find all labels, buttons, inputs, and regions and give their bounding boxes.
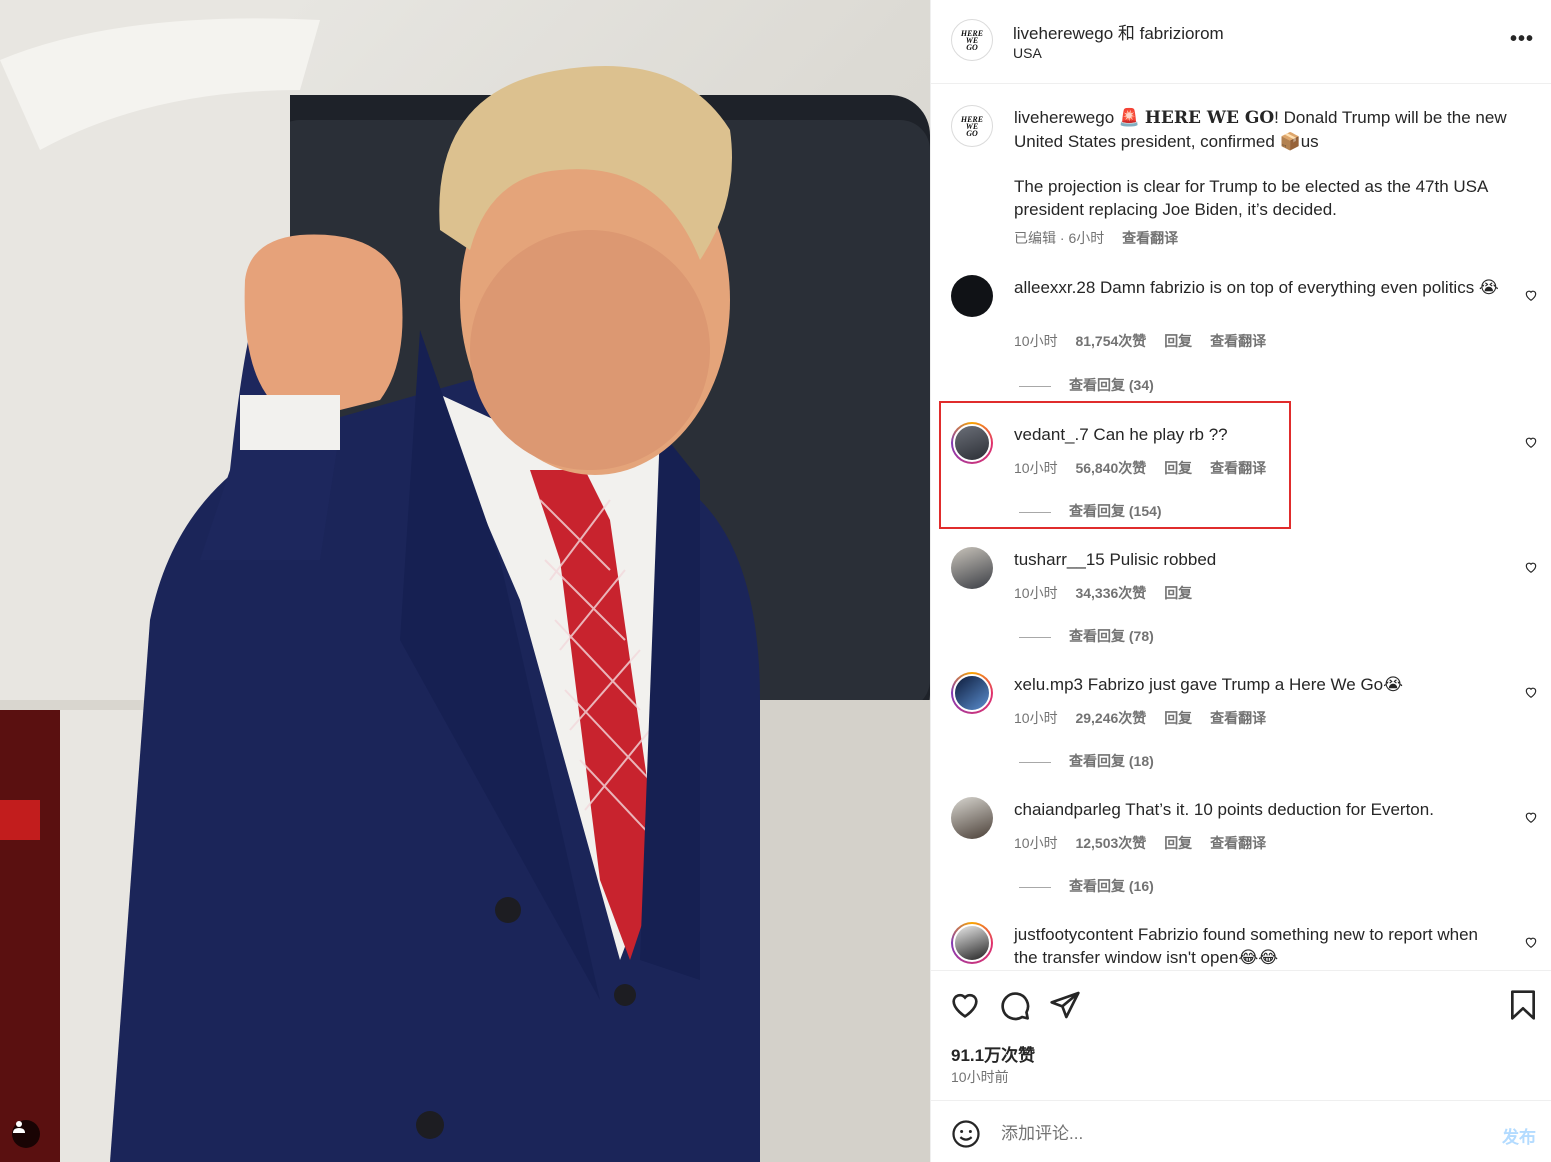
comment-like-icon[interactable] xyxy=(1524,810,1538,824)
commenter-avatar[interactable] xyxy=(951,547,993,589)
comment-translate-button[interactable]: 查看翻译 xyxy=(1210,710,1266,726)
comment-reply-button[interactable]: 回复 xyxy=(1164,333,1192,349)
caption-avatar[interactable]: HERE WE GO xyxy=(951,105,993,147)
comment-body: justfootycontent Fabrizio found somethin… xyxy=(1014,923,1484,969)
emoji-icon[interactable] xyxy=(951,1119,981,1149)
commenter-avatar[interactable] xyxy=(951,672,993,714)
comment-likes[interactable]: 29,246次赞 xyxy=(1075,710,1146,726)
comment-like-icon[interactable] xyxy=(1524,435,1538,449)
more-options-button[interactable]: ••• xyxy=(1510,28,1534,51)
view-replies-label: 查看回复 (78) xyxy=(1069,628,1154,644)
person-icon xyxy=(13,1121,25,1133)
comment-body: tusharr__15 Pulisic robbed xyxy=(1014,548,1509,571)
comment-reply-button[interactable]: 回复 xyxy=(1164,710,1192,726)
caption-hwg: 𝐇𝐄𝐑𝐄 𝐖𝐄 𝐆𝐎 xyxy=(1144,108,1275,128)
comment-text: Damn fabrizio is on top of everything ev… xyxy=(1100,278,1499,297)
commenter-avatar[interactable] xyxy=(951,922,993,964)
commenter-avatar[interactable] xyxy=(951,275,993,317)
comment-time: 10小时 xyxy=(1014,333,1058,349)
comment-reply-button[interactable]: 回复 xyxy=(1164,585,1192,601)
caption-meta: 已编辑 · 6小时 查看翻译 xyxy=(1014,228,1192,248)
comment-likes[interactable]: 34,336次赞 xyxy=(1075,585,1146,601)
replies-divider xyxy=(1019,886,1051,888)
post-actions: 91.1万次赞 10小时前 xyxy=(931,970,1551,1100)
comment-username[interactable]: tusharr__15 xyxy=(1014,550,1105,569)
siren-emoji: 🚨 xyxy=(1118,108,1141,127)
post-photo xyxy=(0,0,930,1162)
view-replies-button[interactable]: 查看回复 (18) xyxy=(1019,751,1154,771)
comment-username[interactable]: chaiandparleg xyxy=(1014,800,1121,819)
comment-input[interactable] xyxy=(1001,1121,1471,1147)
commenter-avatar[interactable] xyxy=(951,797,993,839)
comment-meta: 10小时 29,246次赞 回复 查看翻译 xyxy=(1014,708,1280,728)
replies-divider xyxy=(1019,761,1051,763)
comment-username[interactable]: alleexxr.28 xyxy=(1014,278,1095,297)
view-replies-button[interactable]: 查看回复 (78) xyxy=(1019,626,1154,646)
caption-body: liveherewego 🚨 𝐇𝐄𝐑𝐄 𝐖𝐄 𝐆𝐎! Donald Trump … xyxy=(1014,106,1514,221)
bookmark-icon[interactable] xyxy=(1507,989,1539,1021)
post-side-panel: HERE WE GO liveherewego 和 fabriziorom USA … xyxy=(930,0,1551,1162)
caption-translate[interactable]: 查看翻译 xyxy=(1122,230,1178,246)
caption-text-2: The projection is clear for Trump to be … xyxy=(1014,177,1488,219)
view-replies-button[interactable]: 查看回复 (34) xyxy=(1019,375,1154,395)
header-usernames[interactable]: liveherewego 和 fabriziorom xyxy=(1013,19,1224,44)
comment-likes[interactable]: 12,503次赞 xyxy=(1075,835,1146,851)
comment-text: Pulisic robbed xyxy=(1109,550,1217,569)
view-replies-label: 查看回复 (34) xyxy=(1069,377,1154,393)
comment-like-icon[interactable] xyxy=(1524,288,1538,302)
post-time[interactable]: 10小时前 xyxy=(951,1067,1009,1087)
comment-meta: 10小时 34,336次赞 回复 xyxy=(1014,583,1206,603)
comment-translate-button[interactable]: 查看翻译 xyxy=(1210,835,1266,851)
comment-meta: 10小时 12,503次赞 回复 查看翻译 xyxy=(1014,833,1280,853)
comment-body: chaiandparleg That’s it. 10 points deduc… xyxy=(1014,798,1509,821)
comment-likes[interactable]: 81,754次赞 xyxy=(1075,333,1146,349)
comment-composer: 发布 xyxy=(931,1100,1551,1162)
user-tag-button[interactable] xyxy=(12,1120,40,1148)
caption-username[interactable]: liveherewego xyxy=(1014,108,1114,127)
comment-reply-button[interactable]: 回复 xyxy=(1164,835,1192,851)
comment-time: 10小时 xyxy=(1014,585,1058,601)
comment-body: xelu.mp3 Fabrizo just gave Trump a Here … xyxy=(1014,673,1509,696)
comment-text: That’s it. 10 points deduction for Evert… xyxy=(1125,800,1434,819)
post-comment-button[interactable]: 发布 xyxy=(1502,1123,1536,1148)
comment-time: 10小时 xyxy=(1014,835,1058,851)
like-count[interactable]: 91.1万次赞 xyxy=(951,1041,1035,1066)
comment-body: alleexxr.28 Damn fabrizio is on top of e… xyxy=(1014,276,1509,299)
share-icon[interactable] xyxy=(1049,989,1081,1021)
author-avatar[interactable]: HERE WE GO xyxy=(951,19,993,61)
comment-like-icon[interactable] xyxy=(1524,685,1538,699)
comment-username[interactable]: justfootycontent xyxy=(1014,925,1133,944)
comment-icon[interactable] xyxy=(999,989,1031,1021)
comment-like-icon[interactable] xyxy=(1524,935,1538,949)
comment-username[interactable]: xelu.mp3 xyxy=(1014,675,1083,694)
post-header: HERE WE GO liveherewego 和 fabriziorom USA … xyxy=(931,0,1551,84)
comment-like-icon[interactable] xyxy=(1524,560,1538,574)
comment-meta: 10小时 81,754次赞 回复 查看翻译 xyxy=(1014,331,1280,351)
comment-time: 10小时 xyxy=(1014,710,1058,726)
caption-edited: 已编辑 · 6小时 xyxy=(1014,230,1105,246)
view-replies-label: 查看回复 (16) xyxy=(1069,878,1154,894)
replies-divider xyxy=(1019,636,1051,638)
view-replies-button[interactable]: 查看回复 (16) xyxy=(1019,876,1154,896)
comment-text: Fabrizo just gave Trump a Here We Go😭 xyxy=(1087,675,1403,694)
highlight-box xyxy=(939,401,1291,529)
view-replies-label: 查看回复 (18) xyxy=(1069,753,1154,769)
photo-illustration xyxy=(0,0,930,1162)
header-location[interactable]: USA xyxy=(1013,45,1042,61)
more-icon: ••• xyxy=(1509,28,1534,50)
heart-icon[interactable] xyxy=(949,989,981,1021)
comment-translate-button[interactable]: 查看翻译 xyxy=(1210,333,1266,349)
replies-divider xyxy=(1019,385,1051,387)
